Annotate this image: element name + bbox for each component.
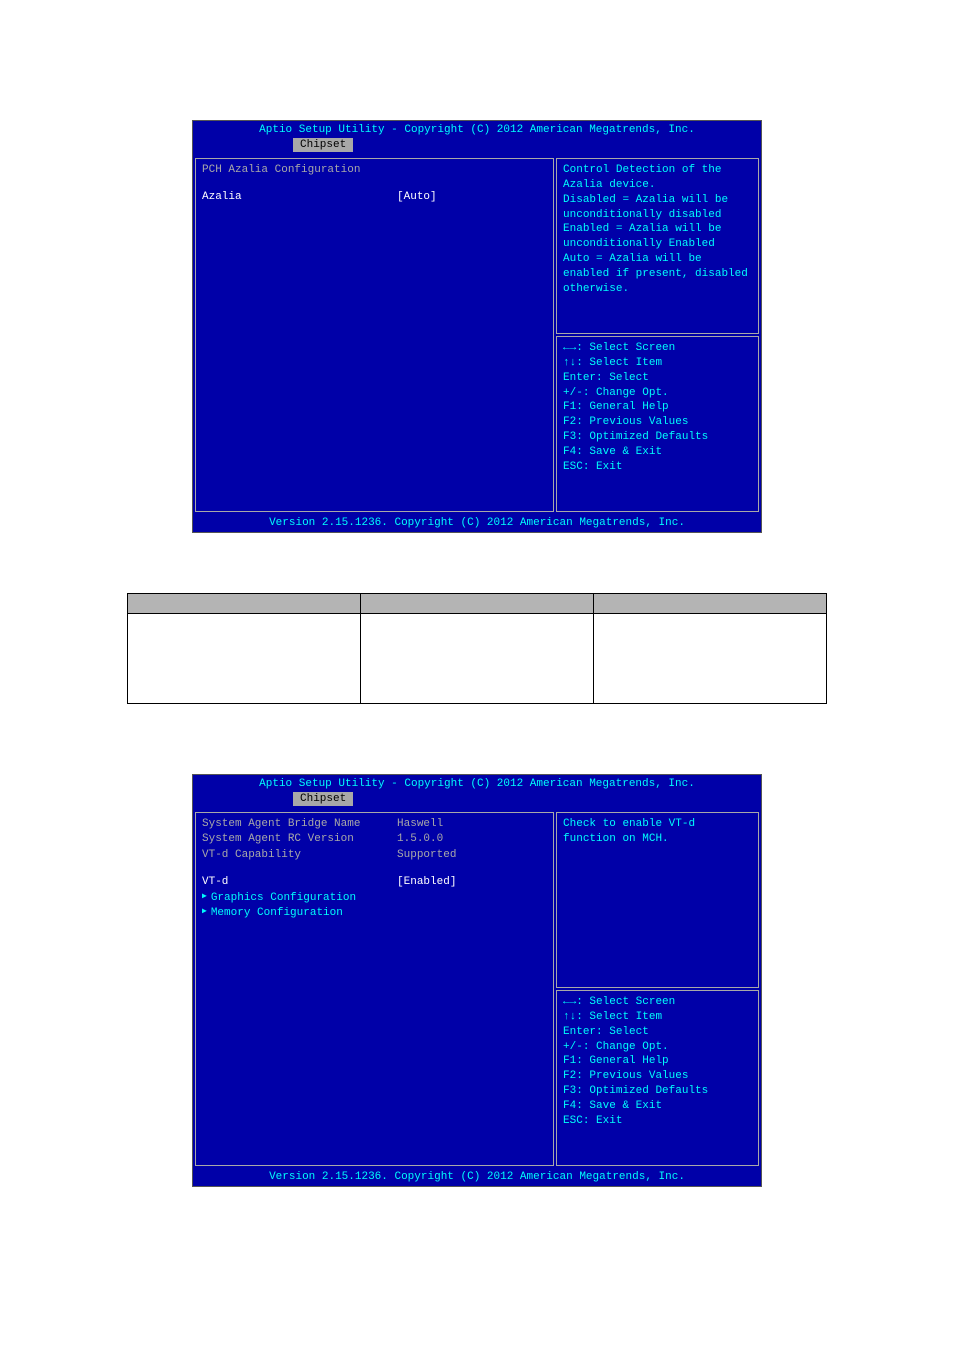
info-rc-version: System Agent RC Version 1.5.0.0 <box>202 832 547 847</box>
doc-table <box>127 593 827 704</box>
key-select-item: ↑↓: Select Item <box>563 1010 752 1025</box>
key-f3: F3: Optimized Defaults <box>563 1084 752 1099</box>
key-f3: F3: Optimized Defaults <box>563 430 752 445</box>
bios-screen-vtd: Aptio Setup Utility - Copyright (C) 2012… <box>192 774 762 1187</box>
doc-cell-0 <box>128 614 361 704</box>
setting-azalia[interactable]: Azalia [Auto] <box>202 190 547 205</box>
setting-label: VT-d <box>202 875 397 890</box>
submenu-memory[interactable]: Memory Configuration <box>202 906 547 921</box>
key-select-screen: ←→: Select Screen <box>563 995 752 1010</box>
submenu-graphics[interactable]: Graphics Configuration <box>202 891 547 906</box>
key-f4: F4: Save & Exit <box>563 445 752 460</box>
section-title: PCH Azalia Configuration <box>202 163 547 178</box>
doc-header-2 <box>594 594 827 614</box>
doc-cell-2 <box>594 614 827 704</box>
bios-body: PCH Azalia Configuration Azalia [Auto] C… <box>193 154 761 514</box>
key-esc: ESC: Exit <box>563 1114 752 1129</box>
key-f2: F2: Previous Values <box>563 1069 752 1084</box>
doc-header-0 <box>128 594 361 614</box>
tab-chipset[interactable]: Chipset <box>293 792 353 806</box>
bios-footer: Version 2.15.1236. Copyright (C) 2012 Am… <box>193 514 761 532</box>
help-text: Check to enable VT-d function on MCH. <box>556 812 759 988</box>
info-vtd-capability: VT-d Capability Supported <box>202 848 547 863</box>
key-change-opt: +/-: Change Opt. <box>563 1040 752 1055</box>
doc-cell-1 <box>361 614 594 704</box>
key-select-item: ↑↓: Select Item <box>563 356 752 371</box>
doc-header-1 <box>361 594 594 614</box>
key-f1: F1: General Help <box>563 400 752 415</box>
setting-vtd[interactable]: VT-d [Enabled] <box>202 875 547 890</box>
key-f2: F2: Previous Values <box>563 415 752 430</box>
bios-tab-row: Chipset <box>193 790 761 808</box>
info-bridge-name: System Agent Bridge Name Haswell <box>202 817 547 832</box>
bios-tab-row: Chipset <box>193 136 761 154</box>
help-text: Control Detection of the Azalia device. … <box>556 158 759 334</box>
key-enter: Enter: Select <box>563 1025 752 1040</box>
bios-header: Aptio Setup Utility - Copyright (C) 2012… <box>193 121 761 136</box>
key-f1: F1: General Help <box>563 1054 752 1069</box>
setting-value: [Enabled] <box>397 875 547 890</box>
key-f4: F4: Save & Exit <box>563 1099 752 1114</box>
bios-right-panel: Control Detection of the Azalia device. … <box>556 158 759 512</box>
bios-screen-azalia: Aptio Setup Utility - Copyright (C) 2012… <box>192 120 762 533</box>
setting-value: [Auto] <box>397 190 547 205</box>
tab-chipset[interactable]: Chipset <box>293 138 353 152</box>
bios-left-panel: PCH Azalia Configuration Azalia [Auto] <box>195 158 554 512</box>
key-select-screen: ←→: Select Screen <box>563 341 752 356</box>
key-legend: ←→: Select Screen ↑↓: Select Item Enter:… <box>556 336 759 512</box>
bios-body: System Agent Bridge Name Haswell System … <box>193 808 761 1168</box>
key-enter: Enter: Select <box>563 371 752 386</box>
key-legend: ←→: Select Screen ↑↓: Select Item Enter:… <box>556 990 759 1166</box>
key-esc: ESC: Exit <box>563 460 752 475</box>
bios-header: Aptio Setup Utility - Copyright (C) 2012… <box>193 775 761 790</box>
key-change-opt: +/-: Change Opt. <box>563 386 752 401</box>
bios-left-panel: System Agent Bridge Name Haswell System … <box>195 812 554 1166</box>
bios-right-panel: Check to enable VT-d function on MCH. ←→… <box>556 812 759 1166</box>
bios-footer: Version 2.15.1236. Copyright (C) 2012 Am… <box>193 1168 761 1186</box>
setting-label: Azalia <box>202 190 397 205</box>
